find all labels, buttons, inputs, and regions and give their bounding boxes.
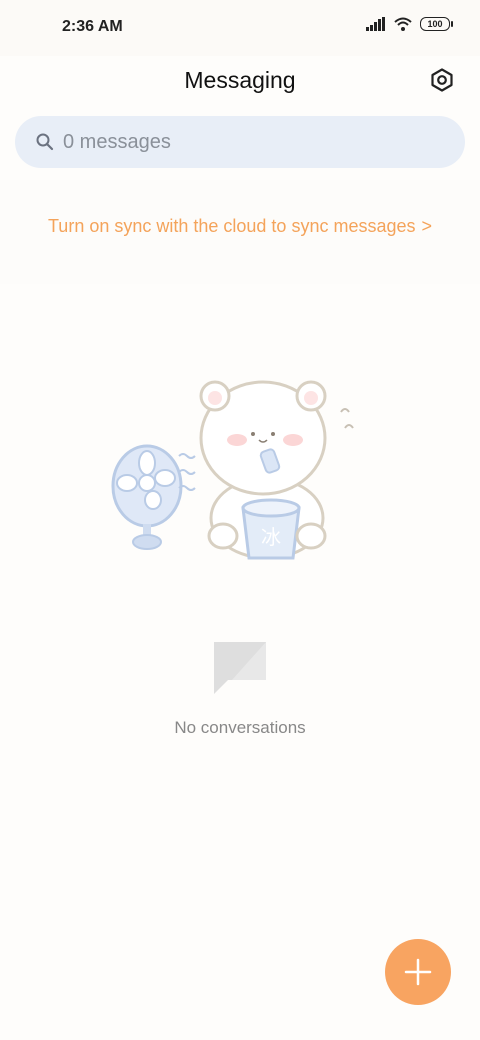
page-title: Messaging	[184, 67, 296, 93]
status-icons: 100	[366, 17, 453, 31]
status-bar: 2:36 AM 100	[0, 0, 480, 56]
app-header: Messaging	[0, 56, 480, 106]
gear-icon	[431, 68, 453, 92]
sync-label: Turn on sync with the cloud to sync mess…	[47, 216, 416, 236]
svg-text:冰: 冰	[261, 525, 281, 549]
search-placeholder: 0 messages	[63, 130, 171, 153]
status-time: 2:36 AM	[62, 18, 123, 35]
signal-icon	[366, 17, 385, 31]
sync-cloud-link[interactable]: Turn on sync with the cloud to sync mess…	[0, 216, 480, 237]
wifi-icon	[394, 17, 412, 31]
search-icon	[36, 133, 54, 151]
search-input[interactable]: 0 messages	[15, 116, 465, 168]
empty-state-text: No conversations	[174, 718, 306, 737]
battery-icon: 100	[420, 17, 453, 31]
bear-with-fan-illustration: 冰	[111, 380, 354, 560]
new-message-button[interactable]	[385, 939, 451, 1005]
chevron-right-icon: >	[421, 216, 433, 236]
plus-icon	[404, 958, 432, 986]
chat-bubble-icon	[214, 642, 266, 694]
settings-button[interactable]	[428, 66, 456, 94]
